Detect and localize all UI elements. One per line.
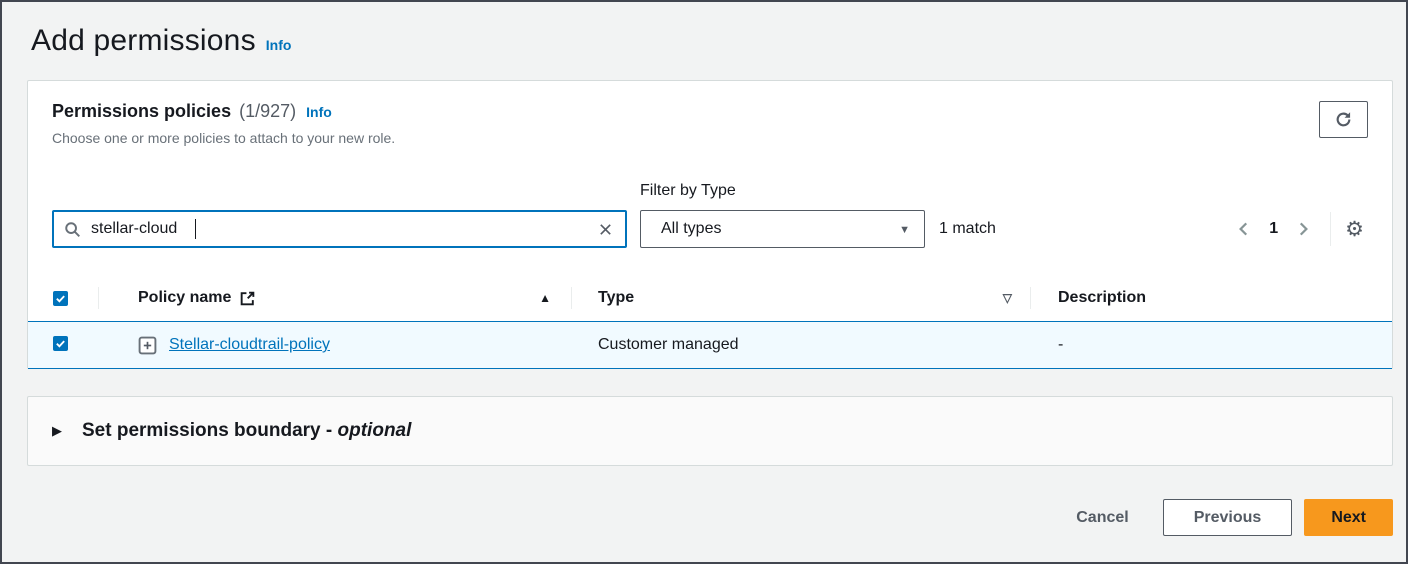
filter-type-selected-value: All types [661,220,721,238]
filter-type-select[interactable]: All types [640,210,925,248]
table-header-row: Policy name Type [28,275,1392,321]
policy-name-header-label: Policy name [138,289,231,307]
sort-inactive-icon [1003,289,1012,307]
chevron-down-icon [899,220,910,238]
boundary-section-title: Set permissions boundary - optional [82,420,411,442]
column-header-policy-name[interactable]: Policy name [98,275,571,321]
pagination: 1 [1229,210,1368,248]
permissions-policies-panel: Permissions policies (1/927) Info Choose… [27,80,1393,369]
chevron-left-icon [1235,220,1253,238]
table-row: Stellar-cloudtrail-policy Customer manag… [28,321,1392,369]
chevron-right-icon [1294,220,1312,238]
search-input[interactable] [91,220,596,238]
panel-info-link[interactable]: Info [306,104,332,120]
permissions-boundary-section[interactable]: Set permissions boundary - optional [27,396,1393,466]
next-page-button[interactable] [1288,218,1318,240]
close-icon [598,222,613,237]
optional-label: optional [338,420,412,441]
column-header-description: Description [1030,275,1392,321]
select-all-checkbox[interactable] [53,291,68,306]
external-link-icon [239,290,256,307]
next-button[interactable]: Next [1304,499,1393,536]
preferences-gear-icon[interactable] [1341,217,1368,242]
filter-type-group: Filter by Type All types [640,182,925,248]
page-title: Add permissions [31,24,256,58]
page-info-link[interactable]: Info [266,37,292,53]
policy-type-cell: Customer managed [571,336,1030,354]
column-header-type[interactable]: Type [571,275,1030,321]
search-icon [64,221,81,238]
expand-plus-icon [138,336,157,355]
description-header-label: Description [1058,289,1146,307]
policies-table: Policy name Type [28,275,1392,369]
policy-name-link[interactable]: Stellar-cloudtrail-policy [169,336,330,354]
page-header: Add permissions Info [31,24,1393,58]
row-checkbox[interactable] [53,336,68,351]
text-cursor [195,219,196,239]
cancel-button[interactable]: Cancel [1076,509,1128,527]
clear-search-button[interactable] [596,220,615,239]
policy-description-cell: - [1030,336,1392,354]
add-permissions-page: Add permissions Info Permissions policie… [0,0,1408,564]
filter-type-label: Filter by Type [640,182,925,200]
footer-actions: Cancel Previous Next [27,499,1393,536]
divider [1330,212,1331,246]
filter-row: Filter by Type All types 1 match [52,182,1368,248]
refresh-icon [1335,111,1352,128]
search-box [52,210,627,248]
match-count: 1 match [939,210,996,248]
sort-ascending-icon [539,289,551,307]
refresh-button[interactable] [1319,101,1368,138]
page-number-button[interactable]: 1 [1269,220,1278,238]
panel-title: Permissions policies [52,101,231,122]
panel-header-text: Permissions policies (1/927) Info Choose… [52,101,395,146]
panel-subtitle: Choose one or more policies to attach to… [52,130,395,146]
type-header-label: Type [598,289,634,307]
expand-row-button[interactable] [138,336,157,355]
expand-caret-icon [52,422,62,440]
previous-button[interactable]: Previous [1163,499,1293,536]
panel-count: (1/927) [239,101,296,122]
previous-page-button[interactable] [1229,218,1259,240]
